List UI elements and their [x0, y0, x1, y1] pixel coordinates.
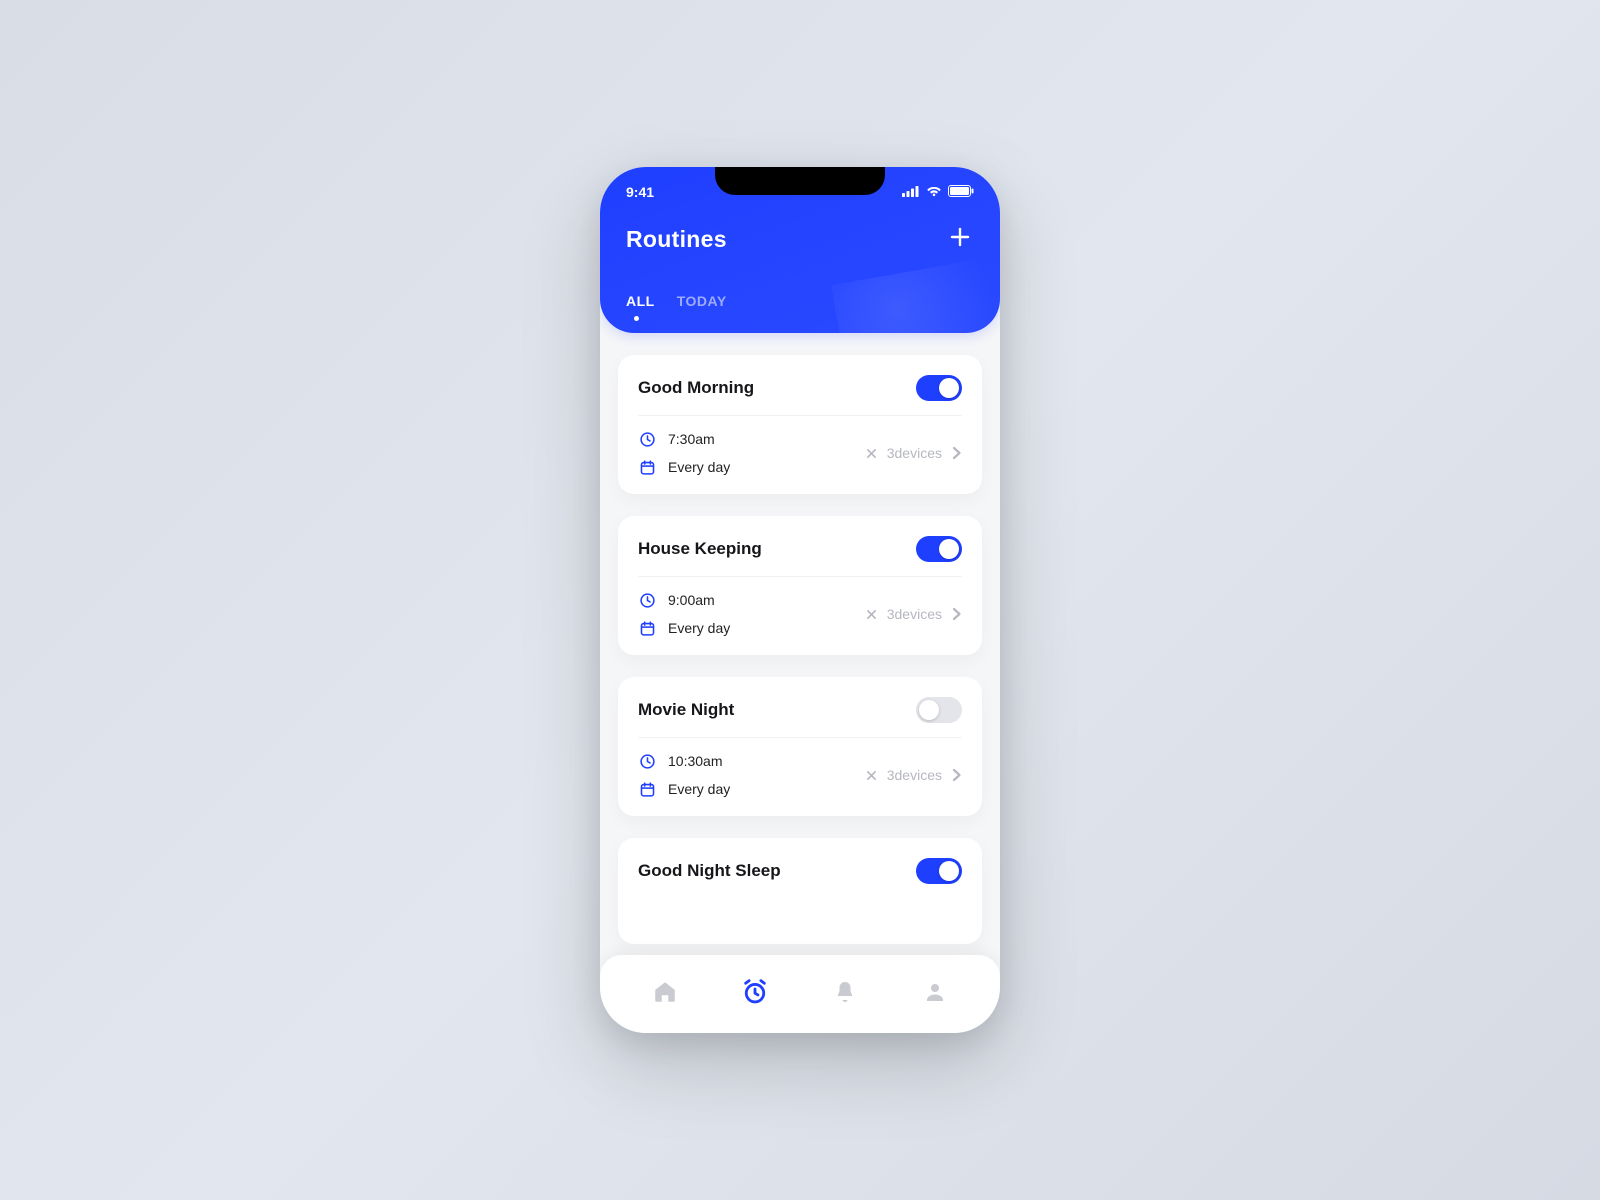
- routine-time-row: 9:00am: [638, 591, 730, 609]
- close-icon: [866, 448, 877, 459]
- status-right-icons: [902, 184, 974, 200]
- routine-toggle[interactable]: [916, 536, 962, 562]
- routine-time: 9:00am: [668, 592, 715, 608]
- routine-time: 7:30am: [668, 431, 715, 447]
- routine-repeat-row: Every day: [638, 619, 730, 637]
- routine-meta: 7:30am Every day: [638, 430, 730, 476]
- routine-toggle[interactable]: [916, 697, 962, 723]
- routine-time-row: 7:30am: [638, 430, 730, 448]
- routine-title: Good Morning: [638, 378, 754, 398]
- routine-meta: 9:00am Every day: [638, 591, 730, 637]
- routine-list[interactable]: Good Morning 7:30am Every day: [600, 333, 1000, 944]
- routine-card[interactable]: House Keeping 9:00am Every da: [618, 516, 982, 655]
- routine-title: House Keeping: [638, 539, 762, 559]
- plus-icon: [948, 225, 972, 254]
- devices-label: 3devices: [887, 445, 942, 461]
- status-time: 9:41: [626, 184, 654, 200]
- routine-title: Movie Night: [638, 700, 734, 720]
- add-routine-button[interactable]: [946, 225, 974, 253]
- routine-time: 10:30am: [668, 753, 722, 769]
- home-icon: [652, 979, 678, 1010]
- card-body: 9:00am Every day 3devices: [638, 577, 962, 637]
- toggle-knob: [939, 539, 959, 559]
- toggle-knob: [939, 861, 959, 881]
- routine-card[interactable]: Movie Night 10:30am Every day: [618, 677, 982, 816]
- toggle-knob: [919, 700, 939, 720]
- card-body: 7:30am Every day 3devices: [638, 416, 962, 476]
- routine-repeat: Every day: [668, 459, 730, 475]
- alarm-clock-icon: [741, 978, 769, 1011]
- chevron-right-icon: [952, 767, 962, 783]
- calendar-icon: [638, 780, 656, 798]
- clock-icon: [638, 752, 656, 770]
- nav-notifications[interactable]: [821, 970, 869, 1018]
- routine-time-row: 10:30am: [638, 752, 730, 770]
- nav-routines[interactable]: [731, 970, 779, 1018]
- clock-icon: [638, 591, 656, 609]
- chevron-right-icon: [952, 606, 962, 622]
- devices-label: 3devices: [887, 767, 942, 783]
- bell-icon: [833, 980, 857, 1009]
- tab-all-label: ALL: [626, 293, 655, 309]
- calendar-icon: [638, 619, 656, 637]
- app-header: 9:41 Routines ALL: [600, 167, 1000, 333]
- person-icon: [923, 980, 947, 1009]
- card-header: Good Night Sleep: [638, 858, 962, 884]
- status-bar: 9:41: [626, 181, 974, 203]
- card-header: House Keeping: [638, 536, 962, 577]
- card-body: 10:30am Every day 3devices: [638, 738, 962, 798]
- phone-frame: 9:41 Routines ALL: [600, 167, 1000, 1033]
- routine-devices[interactable]: 3devices: [866, 767, 962, 783]
- routine-repeat: Every day: [668, 620, 730, 636]
- calendar-icon: [638, 458, 656, 476]
- page-title: Routines: [626, 226, 727, 253]
- toggle-knob: [939, 378, 959, 398]
- routine-repeat: Every day: [668, 781, 730, 797]
- routine-devices[interactable]: 3devices: [866, 606, 962, 622]
- routine-repeat-row: Every day: [638, 458, 730, 476]
- chevron-right-icon: [952, 445, 962, 461]
- bottom-nav: [600, 955, 1000, 1033]
- routine-toggle[interactable]: [916, 858, 962, 884]
- card-header: Movie Night: [638, 697, 962, 738]
- close-icon: [866, 770, 877, 781]
- routine-meta: 10:30am Every day: [638, 752, 730, 798]
- card-header: Good Morning: [638, 375, 962, 416]
- devices-label: 3devices: [887, 606, 942, 622]
- cellular-icon: [902, 184, 920, 200]
- clock-icon: [638, 430, 656, 448]
- battery-icon: [948, 184, 974, 200]
- routine-card[interactable]: Good Morning 7:30am Every day: [618, 355, 982, 494]
- wifi-icon: [926, 184, 942, 200]
- routine-repeat-row: Every day: [638, 780, 730, 798]
- tab-today-label: TODAY: [677, 293, 727, 309]
- close-icon: [866, 609, 877, 620]
- routine-toggle[interactable]: [916, 375, 962, 401]
- tab-all[interactable]: ALL: [626, 293, 655, 315]
- header-tabs: ALL TODAY: [626, 293, 974, 315]
- tab-today[interactable]: TODAY: [677, 293, 727, 315]
- routine-title: Good Night Sleep: [638, 861, 781, 881]
- nav-profile[interactable]: [911, 970, 959, 1018]
- nav-home[interactable]: [641, 970, 689, 1018]
- routine-devices[interactable]: 3devices: [866, 445, 962, 461]
- routine-card[interactable]: Good Night Sleep: [618, 838, 982, 944]
- title-row: Routines: [626, 225, 974, 253]
